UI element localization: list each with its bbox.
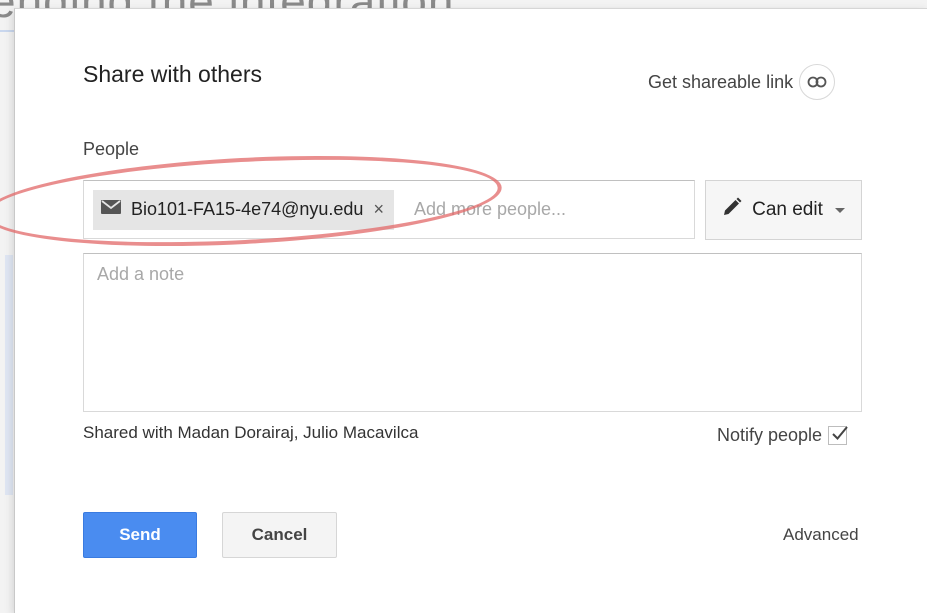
background-sidebar (5, 255, 13, 495)
people-input-box[interactable]: Bio101-FA15-4e74@nyu.edu × (83, 180, 695, 239)
recipient-chip: Bio101-FA15-4e74@nyu.edu × (93, 189, 394, 230)
pencil-icon (722, 197, 742, 223)
send-button[interactable]: Send (83, 512, 197, 558)
dialog-title: Share with others (83, 61, 262, 87)
email-icon (101, 200, 121, 219)
permission-dropdown[interactable]: Can edit (705, 180, 862, 240)
remove-recipient-icon[interactable]: × (373, 199, 384, 220)
advanced-link[interactable]: Advanced (783, 525, 859, 545)
add-people-input[interactable] (411, 198, 616, 221)
checkmark-icon (832, 426, 848, 440)
cancel-button[interactable]: Cancel (222, 512, 337, 558)
link-icon[interactable] (799, 64, 836, 100)
people-label: People (83, 139, 140, 159)
notify-people-label: Notify people (717, 425, 823, 445)
add-note-textarea[interactable] (83, 253, 862, 412)
shared-with-text: Shared with Madan Dorairaj, Julio Macavi… (83, 423, 419, 442)
permission-label: Can edit (752, 199, 823, 220)
share-dialog: Share with others Get shareable link Peo… (14, 8, 927, 613)
notify-people[interactable]: Notify people (717, 425, 848, 446)
caret-down-icon (834, 207, 845, 213)
shareable-link-label: Get shareable link (648, 71, 794, 92)
recipient-email: Bio101-FA15-4e74@nyu.edu (131, 199, 364, 219)
notify-checkbox[interactable] (828, 426, 848, 445)
get-shareable-link[interactable]: Get shareable link (648, 64, 836, 100)
